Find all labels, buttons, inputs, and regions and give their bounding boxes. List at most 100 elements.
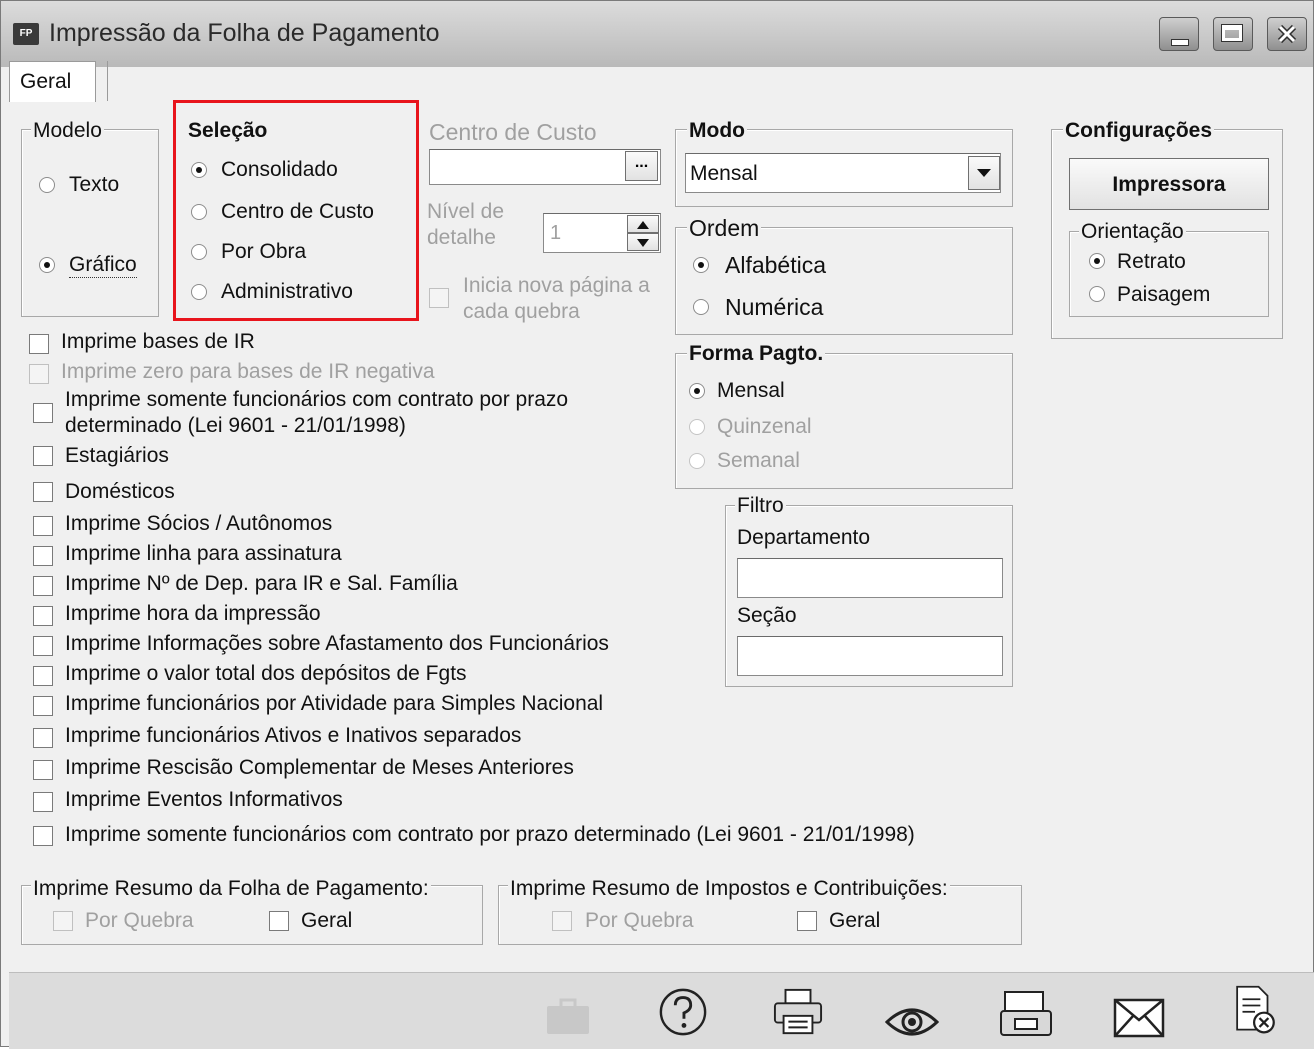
close-button[interactable] — [1267, 17, 1307, 51]
alfabetica-radio[interactable] — [693, 257, 709, 273]
maximize-icon — [1221, 24, 1243, 42]
email-icon[interactable] — [1113, 993, 1165, 1043]
rescisao-complementar-label: Imprime Rescisão Complementar de Meses A… — [65, 756, 574, 779]
afastamento-label: Imprime Informações sobre Afastamento do… — [65, 632, 609, 655]
printer-icon[interactable] — [771, 987, 825, 1037]
maximize-button[interactable] — [1213, 17, 1253, 51]
tab-geral[interactable]: Geral — [9, 61, 96, 102]
tab-geral-label: Geral — [20, 70, 72, 93]
nivel-detalhe-value: 1 — [550, 222, 562, 244]
forma-pagto-title: Forma Pagto. — [687, 342, 826, 366]
imprime-zero-ir-label: Imprime zero para bases de IR negativa — [61, 360, 435, 383]
resumo-folha-geral-checkbox[interactable] — [269, 911, 289, 931]
nova-pagina-label-2: cada quebra — [463, 300, 580, 323]
semanal-radio[interactable] — [689, 453, 705, 469]
dep-ir-label: Imprime Nº de Dep. para IR e Sal. Famíli… — [65, 572, 458, 595]
hora-impressao-checkbox[interactable] — [33, 606, 53, 626]
ordem-title: Ordem — [687, 215, 762, 242]
close-document-icon[interactable] — [1231, 985, 1279, 1035]
secao-input[interactable] — [737, 636, 1003, 676]
dep-ir-checkbox[interactable] — [33, 576, 53, 596]
ativos-inativos-label: Imprime funcionários Ativos e Inativos s… — [65, 724, 522, 747]
linha-assinatura-checkbox[interactable] — [33, 546, 53, 566]
nova-pagina-checkbox[interactable] — [429, 288, 449, 308]
simples-nacional-checkbox[interactable] — [33, 696, 53, 716]
contrato-prazo-checkbox[interactable] — [33, 403, 53, 423]
consolidado-radio[interactable] — [191, 162, 207, 178]
estagiarios-checkbox[interactable] — [33, 446, 53, 466]
resumo-impostos-por-quebra-checkbox[interactable] — [552, 911, 572, 931]
numerica-radio[interactable] — [693, 299, 709, 315]
impressora-label: Impressora — [1112, 173, 1226, 196]
ativos-inativos-checkbox[interactable] — [33, 728, 53, 748]
nivel-detalhe-label-1: Nível de — [427, 200, 505, 223]
footer-toolbar — [9, 972, 1314, 1049]
semanal-label: Semanal — [717, 449, 800, 472]
resumo-folha-por-quebra-label: Por Quebra — [85, 909, 194, 932]
resumo-folha-title: Imprime Resumo da Folha de Pagamento: — [31, 877, 431, 901]
nivel-up-button[interactable] — [627, 215, 659, 233]
minimize-button[interactable] — [1159, 17, 1199, 51]
eventos-informativos-checkbox[interactable] — [33, 792, 53, 812]
selecao-title: Seleção — [186, 119, 270, 143]
modelo-title: Modelo — [31, 119, 104, 143]
help-icon[interactable] — [657, 987, 709, 1037]
eventos-informativos-label: Imprime Eventos Informativos — [65, 788, 343, 811]
domesticos-label: Domésticos — [65, 480, 175, 503]
contrato-prazo-label-2: determinado (Lei 9601 - 21/01/1998) — [65, 414, 406, 437]
rescisao-complementar-checkbox[interactable] — [33, 760, 53, 780]
mensal-label: Mensal — [717, 379, 785, 402]
departamento-input[interactable] — [737, 558, 1003, 598]
centro-de-custo-radio[interactable] — [191, 204, 207, 220]
impressora-button[interactable]: Impressora — [1069, 158, 1269, 210]
nivel-down-button[interactable] — [627, 233, 659, 251]
modo-select[interactable]: Mensal — [685, 153, 1001, 193]
nova-pagina-label-1: Inicia nova página a — [463, 274, 650, 297]
nivel-detalhe-label-2: detalhe — [427, 226, 496, 249]
resumo-folha-por-quebra-checkbox[interactable] — [53, 911, 73, 931]
app-icon: FP — [13, 23, 39, 45]
paisagem-label: Paisagem — [1117, 283, 1211, 306]
hora-impressao-label: Imprime hora da impressão — [65, 602, 321, 625]
briefcase-icon[interactable] — [545, 991, 591, 1041]
centro-custo-lookup-button[interactable]: ... — [625, 151, 658, 181]
linha-assinatura-label: Imprime linha para assinatura — [65, 542, 342, 565]
retrato-radio[interactable] — [1089, 253, 1105, 269]
socios-autonomos-checkbox[interactable] — [33, 516, 53, 536]
print-preview-icon[interactable] — [999, 989, 1053, 1039]
centro-de-custo-label: Centro de Custo — [221, 200, 374, 223]
contrato-prazo-completo-checkbox[interactable] — [33, 826, 53, 846]
administrativo-label: Administrativo — [221, 280, 353, 303]
title-bar: FP Impressão da Folha de Pagamento — [1, 1, 1313, 67]
alfabetica-label: Alfabética — [725, 252, 827, 278]
afastamento-checkbox[interactable] — [33, 636, 53, 656]
mensal-radio[interactable] — [689, 383, 705, 399]
domesticos-checkbox[interactable] — [33, 482, 53, 502]
modo-dropdown-button[interactable] — [968, 156, 1000, 190]
modo-value: Mensal — [690, 162, 758, 185]
imprime-zero-ir-checkbox[interactable] — [29, 364, 49, 384]
chevron-down-icon — [977, 169, 991, 177]
administrativo-radio[interactable] — [191, 284, 207, 300]
tab-separator — [107, 61, 108, 101]
texto-radio[interactable] — [39, 177, 55, 193]
socios-autonomos-label: Imprime Sócios / Autônomos — [65, 512, 333, 535]
configuracoes-title: Configurações — [1063, 119, 1215, 143]
resumo-impostos-por-quebra-label: Por Quebra — [585, 909, 694, 932]
fgts-label: Imprime o valor total dos depósitos de F… — [65, 662, 467, 685]
imprime-bases-ir-checkbox[interactable] — [29, 334, 49, 354]
departamento-label: Departamento — [737, 526, 871, 549]
quinzenal-radio[interactable] — [689, 419, 705, 435]
fgts-checkbox[interactable] — [33, 666, 53, 686]
estagiarios-label: Estagiários — [65, 444, 169, 467]
orientacao-title: Orientação — [1079, 220, 1186, 244]
paisagem-radio[interactable] — [1089, 286, 1105, 302]
consolidado-label: Consolidado — [221, 158, 338, 181]
texto-label: Texto — [69, 173, 120, 196]
resumo-impostos-geral-checkbox[interactable] — [797, 911, 817, 931]
preview-eye-icon[interactable] — [885, 997, 939, 1047]
grafico-radio[interactable] — [39, 257, 55, 273]
filtro-title: Filtro — [735, 494, 786, 518]
por-obra-radio[interactable] — [191, 244, 207, 260]
modelo-group — [21, 129, 159, 317]
